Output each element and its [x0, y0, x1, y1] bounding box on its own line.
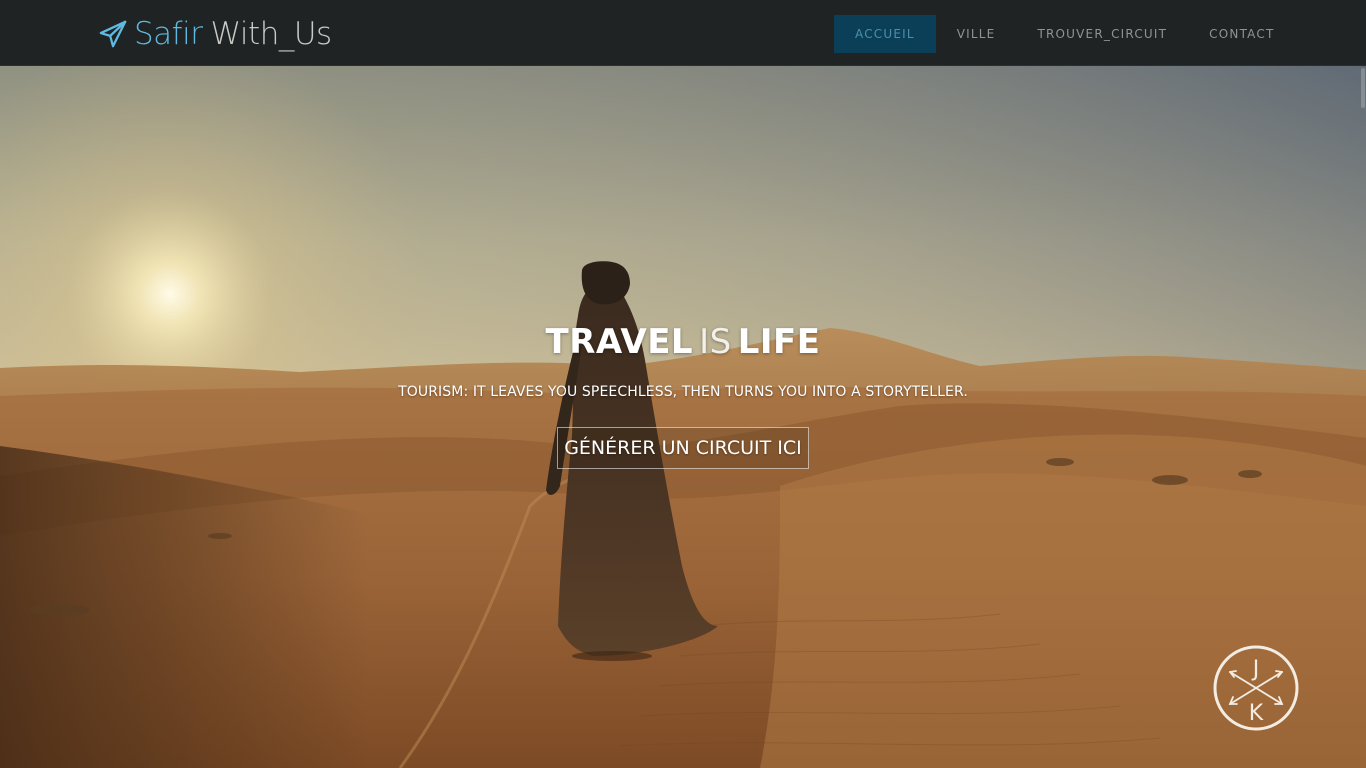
nav-item-ville[interactable]: VILLE — [936, 15, 1017, 53]
watermark-letter-j: J — [1251, 657, 1260, 682]
jk-watermark-logo: J K — [1213, 645, 1299, 731]
generate-circuit-button[interactable]: GÉNÉRER UN CIRCUIT ICI — [557, 427, 809, 469]
hero-title-word-is: IS — [699, 322, 732, 362]
hero-title: TRAVEL IS LIFE — [0, 322, 1366, 362]
watermark-letter-k: K — [1249, 701, 1264, 726]
top-navbar: Safir With_Us ACCUEIL VILLE TROUVER_CIRC… — [0, 0, 1366, 66]
nav-item-accueil[interactable]: ACCUEIL — [834, 15, 936, 53]
brand-name-secondary: With_Us — [210, 16, 332, 52]
brand-name-primary: Safir — [134, 16, 203, 52]
nav-item-trouver-circuit[interactable]: TROUVER_CIRCUIT — [1016, 15, 1188, 53]
main-nav-menu: ACCUEIL VILLE TROUVER_CIRCUIT CONTACT — [834, 15, 1295, 53]
hero-title-word-life: LIFE — [737, 322, 821, 362]
brand-logo-link[interactable]: Safir With_Us — [98, 12, 332, 56]
hero-subtitle: TOURISM: IT LEAVES YOU SPEECHLESS, THEN … — [398, 384, 968, 400]
page-scrollbar[interactable] — [1361, 68, 1365, 108]
hero-section: TRAVEL IS LIFE TOURISM: IT LEAVES YOU SPEE… — [0, 66, 1366, 768]
hero-title-word-travel: TRAVEL — [545, 322, 694, 362]
paper-plane-icon — [99, 20, 127, 48]
hero-content: TRAVEL IS LIFE TOURISM: IT LEAVES YOU SPEE… — [0, 66, 1366, 768]
nav-item-contact[interactable]: CONTACT — [1188, 15, 1295, 53]
